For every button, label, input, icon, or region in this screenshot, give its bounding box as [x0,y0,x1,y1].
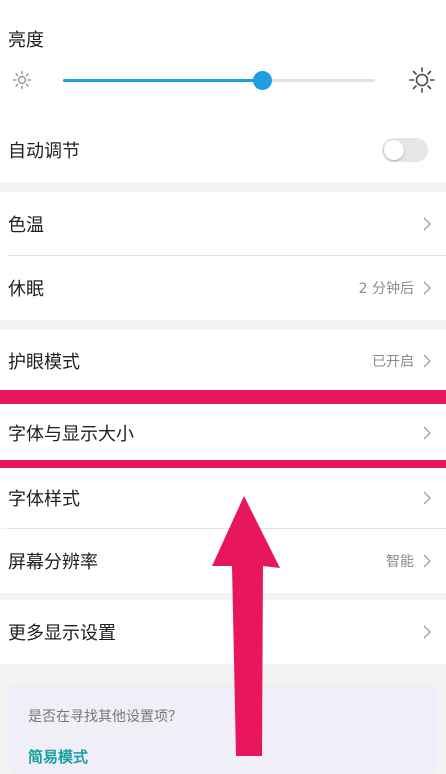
font-style-row[interactable]: 字体样式 [0,468,446,528]
auto-adjust-label: 自动调节 [8,141,80,162]
color-temp-label: 色温 [8,215,44,236]
brightness-slider-thumb[interactable] [252,71,272,90]
chevron-right-icon [423,281,432,295]
font-style-label: 字体样式 [8,489,80,510]
brightness-card: 亮度 自动调节 [0,0,446,182]
sun-large-icon [409,67,435,93]
eye-comfort-value: 已开启 [372,354,414,370]
eye-comfort-label: 护眼模式 [8,352,80,373]
toggle-knob [384,140,404,160]
eye-comfort-row[interactable]: 护眼模式 已开启 [0,330,446,392]
font-display-size-row[interactable]: 字体与显示大小 [0,404,446,462]
resolution-row[interactable]: 屏幕分辨率 智能 [0,529,446,593]
suggestion-box: 是否在寻找其他设置项？ 简易模式 [8,684,438,774]
more-display-row[interactable]: 更多显示设置 [0,600,446,664]
brightness-slider-fill [63,79,263,82]
sleep-row[interactable]: 休眠 2 分钟后 [0,256,446,320]
brightness-title: 亮度 [8,30,44,51]
chevron-right-icon [423,217,432,231]
auto-adjust-toggle[interactable] [382,138,428,162]
color-temp-row[interactable]: 色温 [0,192,446,256]
sleep-label: 休眠 [8,279,44,300]
chevron-right-icon [423,354,432,368]
chevron-right-icon [423,625,432,639]
brightness-slider[interactable] [63,71,375,90]
resolution-value: 智能 [386,554,414,570]
chevron-right-icon [423,554,432,568]
sun-small-icon [12,70,32,90]
chevron-right-icon [423,426,432,440]
highlight-frame-bottom [0,460,446,468]
font-display-size-label: 字体与显示大小 [8,424,134,445]
sleep-value: 2 分钟后 [358,281,414,297]
resolution-label: 屏幕分辨率 [8,552,98,573]
more-display-label: 更多显示设置 [8,623,116,644]
simple-mode-link[interactable]: 简易模式 [28,746,88,767]
highlight-frame-top [0,390,446,404]
auto-adjust-row[interactable]: 自动调节 [0,118,446,182]
suggestion-title: 是否在寻找其他设置项？ [28,709,182,725]
chevron-right-icon [423,491,432,505]
